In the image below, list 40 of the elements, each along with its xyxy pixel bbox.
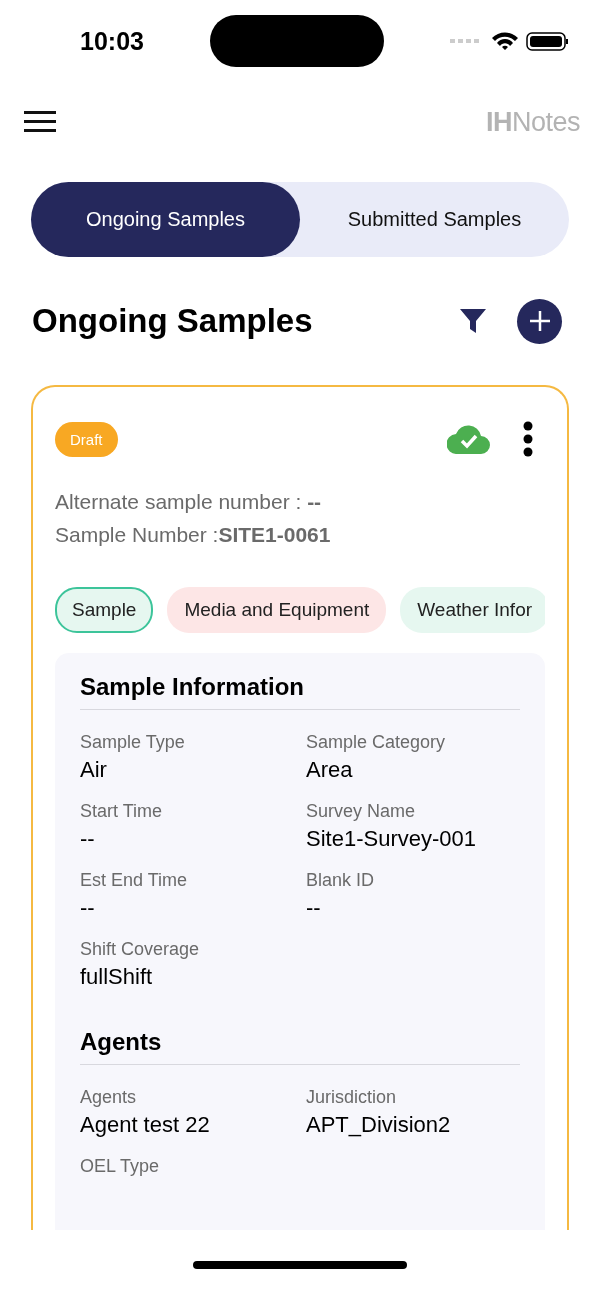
add-button[interactable] [517, 298, 562, 344]
field-label: Est End Time [80, 870, 189, 891]
field-value: -- [306, 895, 322, 921]
filter-icon[interactable] [459, 307, 487, 335]
section-chip[interactable]: Weather Infor [400, 587, 545, 633]
wifi-icon [492, 32, 518, 50]
more-options-icon[interactable] [523, 421, 533, 457]
field-label: Survey Name [306, 801, 417, 822]
field-value: Air [80, 757, 108, 783]
field-value: fullShift [80, 964, 154, 990]
plus-icon [528, 310, 551, 332]
field-value: -- [80, 895, 96, 921]
field-label: Start Time [80, 801, 164, 822]
field-label: OEL Type [80, 1156, 161, 1177]
section-chip[interactable]: Sample [55, 587, 154, 633]
tab[interactable]: Submitted Samples [300, 182, 569, 257]
section-title: Sample Information [80, 673, 520, 710]
field-value: Site1-Survey-001 [306, 826, 477, 852]
status-time: 10:03 [80, 26, 144, 56]
field-value: -- [80, 826, 96, 852]
tab[interactable]: Ongoing Samples [31, 182, 300, 257]
field-label: Sample Type [80, 732, 186, 753]
field-value: Agent test 22 [80, 1112, 211, 1138]
field-label: Shift Coverage [80, 939, 201, 960]
menu-icon[interactable] [24, 111, 56, 133]
section-title: Agents [80, 1028, 520, 1065]
sample-number: Sample Number :SITE1-0061 [55, 522, 332, 548]
section-chip[interactable]: Media and Equipment [167, 587, 387, 633]
status-badge: Draft [55, 421, 118, 457]
alternate-sample-number: Alternate sample number : -- [55, 489, 323, 515]
app-logo: IHNotes [485, 106, 580, 138]
field-label: Sample Category [306, 732, 447, 753]
field-label: Agents [80, 1087, 138, 1108]
signal-icon [450, 39, 479, 43]
field-label: Blank ID [306, 870, 376, 891]
page-title: Ongoing Samples [32, 302, 314, 340]
field-value: APT_Division2 [306, 1112, 452, 1138]
field-value: Area [306, 757, 354, 783]
battery-icon [526, 32, 568, 51]
field-label: Jurisdiction [306, 1087, 398, 1108]
